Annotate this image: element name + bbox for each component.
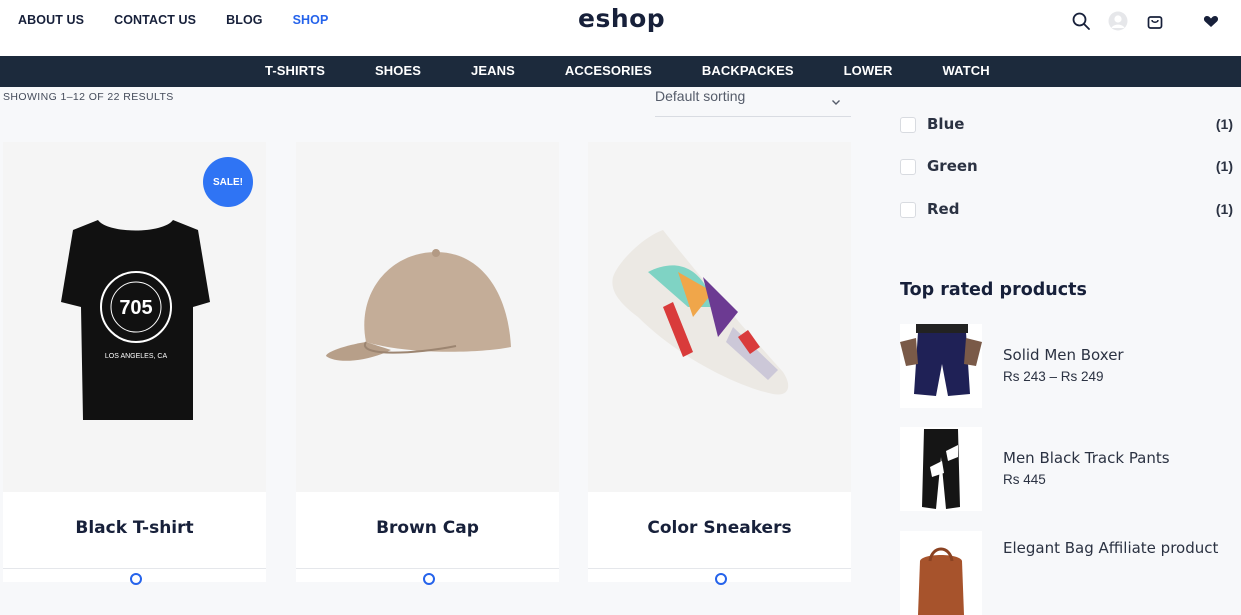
product-card[interactable]: 705 LOS ANGELES, CA SALE! Black T-shirt <box>3 142 266 585</box>
user-avatar-icon[interactable] <box>1108 11 1128 31</box>
top-rated-price: Rs 445 <box>1003 472 1046 487</box>
card-divider <box>588 568 851 569</box>
product-title[interactable]: Black T-shirt <box>3 518 266 538</box>
top-rated-heading: Top rated products <box>900 280 1087 300</box>
filter-label[interactable]: Green <box>927 157 978 175</box>
category-bar: T-SHIRTS SHOES JEANS ACCESORIES BACKPACK… <box>0 56 1241 87</box>
filter-color-blue[interactable]: Blue (1) <box>900 114 1233 136</box>
cart-icon[interactable] <box>1145 11 1165 31</box>
product-title[interactable]: Color Sneakers <box>588 518 851 538</box>
nav-about-us[interactable]: ABOUT US <box>18 13 84 27</box>
product-image[interactable] <box>588 142 851 492</box>
filter-count: (1) <box>1215 158 1233 174</box>
top-rated-thumb[interactable] <box>900 324 982 408</box>
category-watch[interactable]: WATCH <box>943 63 990 78</box>
top-rated-item[interactable]: Elegant Bag Affiliate product <box>900 531 1240 615</box>
product-title[interactable]: Brown Cap <box>296 518 559 538</box>
category-accesories[interactable]: ACCESORIES <box>565 63 652 78</box>
site-logo[interactable]: eshop <box>578 4 665 33</box>
nav-shop[interactable]: SHOP <box>293 13 329 27</box>
filter-count: (1) <box>1215 201 1233 217</box>
svg-text:LOS ANGELES, CA: LOS ANGELES, CA <box>105 353 168 360</box>
results-count: SHOWING 1–12 OF 22 RESULTS <box>3 91 174 103</box>
sorting-select[interactable]: Default sorting <box>655 86 851 117</box>
filter-checkbox[interactable] <box>900 159 916 175</box>
top-rated-name[interactable]: Men Black Track Pants <box>1003 447 1223 470</box>
category-backpackes[interactable]: BACKPACKES <box>702 63 794 78</box>
heart-icon[interactable] <box>1201 11 1221 31</box>
nav-blog[interactable]: BLOG <box>226 13 263 27</box>
category-tshirts[interactable]: T-SHIRTS <box>265 63 325 78</box>
top-rated-name[interactable]: Solid Men Boxer <box>1003 344 1223 367</box>
site-header: ABOUT US CONTACT US BLOG SHOP eshop <box>0 0 1241 56</box>
filter-color-red[interactable]: Red (1) <box>900 199 1233 221</box>
filter-label[interactable]: Blue <box>927 115 964 133</box>
filter-checkbox[interactable] <box>900 202 916 218</box>
filter-label[interactable]: Red <box>927 200 959 218</box>
top-rated-name[interactable]: Elegant Bag Affiliate product <box>1003 537 1223 560</box>
product-card[interactable]: Color Sneakers <box>588 142 851 585</box>
search-icon[interactable] <box>1071 11 1091 31</box>
filter-color-green[interactable]: Green (1) <box>900 156 1233 178</box>
top-rated-item[interactable]: Men Black Track Pants Rs 445 <box>900 427 1240 511</box>
svg-text:705: 705 <box>119 297 152 319</box>
top-rated-item[interactable]: Solid Men Boxer Rs 243 – Rs 249 <box>900 324 1240 408</box>
filter-count: (1) <box>1215 116 1233 132</box>
product-image[interactable] <box>296 142 559 492</box>
nav-contact-us[interactable]: CONTACT US <box>114 13 196 27</box>
category-lower[interactable]: LOWER <box>844 63 893 78</box>
top-rated-price: Rs 243 – Rs 249 <box>1003 369 1104 384</box>
top-rated-thumb[interactable] <box>900 427 982 511</box>
top-rated-thumb[interactable] <box>900 531 982 615</box>
category-jeans[interactable]: JEANS <box>471 63 515 78</box>
category-shoes[interactable]: SHOES <box>375 63 421 78</box>
sale-badge: SALE! <box>203 157 253 207</box>
filter-checkbox[interactable] <box>900 117 916 133</box>
card-divider <box>3 568 266 569</box>
header-icons <box>1071 11 1221 31</box>
product-card[interactable]: Brown Cap <box>296 142 559 585</box>
card-divider <box>296 568 559 569</box>
chevron-down-icon <box>831 92 841 105</box>
top-nav: ABOUT US CONTACT US BLOG SHOP <box>18 13 358 27</box>
sorting-value: Default sorting <box>655 88 746 104</box>
